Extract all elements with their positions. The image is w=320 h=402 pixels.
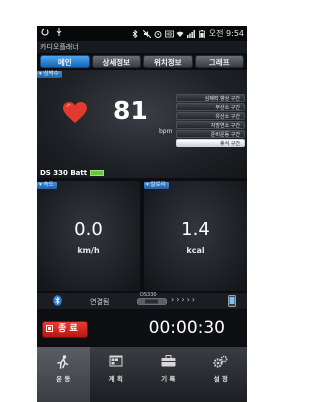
zone-cardio-improvement: 심폐력 향상 구간: [176, 94, 245, 102]
bluetooth-icon: [132, 29, 140, 38]
heart-rate-value: 81: [113, 96, 148, 125]
tab-location-label: 위치정보: [153, 58, 182, 67]
connection-bar: 연결됨 DS330 ›››››: [37, 292, 247, 309]
wifi-icon: [176, 30, 184, 38]
nav-exercise[interactable]: 운 동: [37, 347, 90, 402]
zone-fat-burn: 지방연소 구간: [176, 121, 245, 129]
calories-value: 1.4: [181, 219, 210, 240]
tab-graph[interactable]: 그래프: [194, 55, 244, 68]
nav-records[interactable]: 기 록: [142, 347, 195, 402]
speed-value: 0.0: [74, 219, 103, 240]
tab-location[interactable]: 위치정보: [143, 55, 193, 68]
workout-controls: 종 료 00:00:30: [37, 311, 247, 345]
running-icon: [37, 355, 90, 369]
heart-rate-section-label: ▾ 심박수: [37, 71, 62, 78]
device-battery-row: DS 330 Batt: [40, 169, 105, 177]
stop-button-label: 종 료: [58, 324, 78, 334]
battery-icon: [198, 29, 206, 38]
tab-main[interactable]: 메인: [40, 55, 90, 68]
nav-plan[interactable]: 계 획: [90, 347, 143, 402]
zone-aerobic: 유산소 구간: [176, 112, 245, 120]
hd-icon: [164, 30, 174, 38]
mute-icon: [142, 29, 152, 38]
connection-status: 연결됨: [90, 298, 110, 306]
zone-rest-selected: 휴식 구간: [176, 139, 245, 147]
speed-panel: 0.0 km/h: [37, 181, 140, 291]
tab-details[interactable]: 상세정보: [91, 55, 141, 68]
zone-anaerobic: 무산소 구간: [176, 103, 245, 111]
gears-icon: [195, 355, 248, 369]
nav-records-label: 기 록: [161, 375, 176, 383]
app-title-bar: 카디오플래너: [37, 41, 247, 53]
stop-icon: [46, 325, 53, 332]
tab-details-label: 상세정보: [102, 58, 131, 67]
heart-icon: [63, 102, 87, 126]
bottom-navigation: 운 동 계 획 기 록 설 정: [37, 347, 247, 402]
section-marker-icon: ▾: [39, 182, 42, 188]
nav-plan-label: 계 획: [108, 375, 123, 383]
tab-bar: 메인 상세정보 위치정보 그래프: [37, 55, 247, 69]
elapsed-timer: 00:00:30: [148, 318, 225, 338]
heart-rate-unit: bpm: [159, 128, 173, 135]
device-battery-indicator: [90, 170, 105, 176]
heart-rate-zone-list: 심폐력 향상 구간 무산소 구간 유산소 구간 지방연소 구간 준비운동 구간 …: [176, 94, 245, 148]
heart-rate-label-text: 심박수: [43, 71, 59, 77]
app-notification-icon: [41, 28, 49, 36]
app-title: 카디오플래너: [40, 43, 79, 51]
nav-exercise-label: 운 동: [56, 375, 71, 383]
bluetooth-icon: [53, 295, 62, 308]
phone-screen: 오전 9:54 카디오플래너 메인 상세정보 위치정보 그래프 ▾ 심박수 81…: [37, 26, 247, 402]
speed-section-label: ▾ 속도: [37, 182, 57, 189]
tab-main-label: 메인: [57, 58, 72, 67]
tab-graph-label: 그래프: [208, 58, 230, 67]
speed-unit: km/h: [77, 246, 100, 255]
calendar-icon: [90, 355, 143, 369]
speed-label-text: 속도: [43, 182, 54, 188]
clock: 오전 9:54: [208, 29, 244, 38]
briefcase-icon: [142, 355, 195, 369]
alarm-icon: [154, 30, 162, 38]
status-bar: 오전 9:54: [37, 26, 247, 41]
band-device-icon: [137, 298, 167, 307]
stop-button[interactable]: 종 료: [42, 321, 88, 338]
phone-device-icon: [228, 295, 236, 309]
usb-icon: [55, 28, 63, 36]
signal-icon: [186, 29, 195, 38]
device-battery-label: DS 330 Batt: [40, 169, 88, 177]
calories-panel: 1.4 kcal: [144, 181, 247, 291]
calories-label-text: 칼로리: [150, 182, 166, 188]
calories-unit: kcal: [186, 246, 205, 255]
calories-section-label: ▾ 칼로리: [144, 182, 169, 189]
nav-settings[interactable]: 설 정: [195, 347, 248, 402]
section-marker-icon: ▾: [39, 71, 42, 77]
zone-warm-up: 준비운동 구간: [176, 130, 245, 138]
section-marker-icon: ▾: [146, 182, 149, 188]
nav-settings-label: 설 정: [213, 375, 228, 383]
transfer-arrows-icon: ›››››: [171, 295, 197, 304]
